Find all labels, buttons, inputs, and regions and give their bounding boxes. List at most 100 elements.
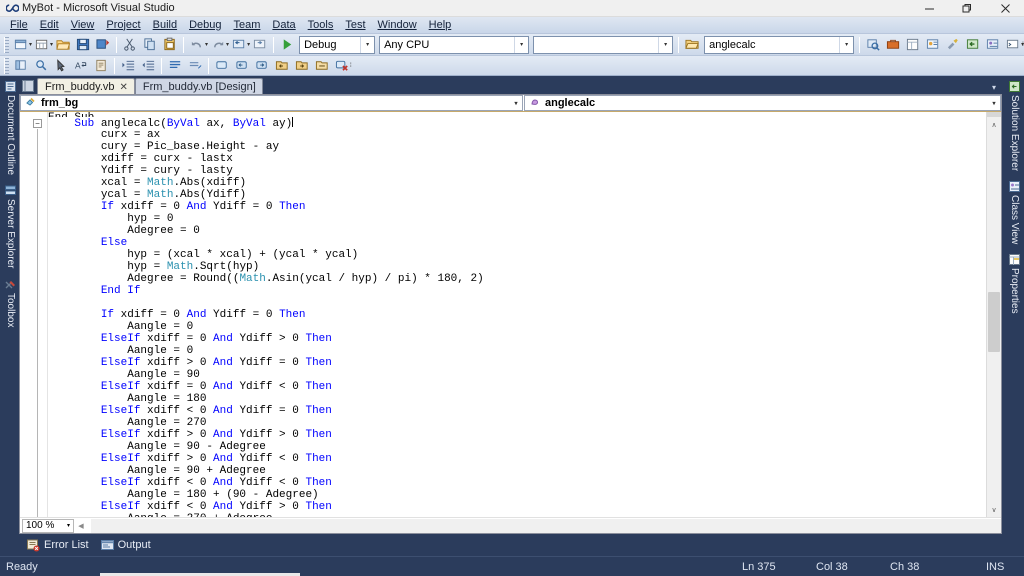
- sidebar-item-document-outline[interactable]: Document Outline: [3, 76, 18, 180]
- new-project-button[interactable]: [11, 35, 31, 54]
- sidebar-item-solution-explorer[interactable]: Solution Explorer: [1007, 76, 1022, 176]
- chevron-down-icon[interactable]: ▾: [510, 100, 522, 107]
- scroll-left-arrow[interactable]: ◀: [74, 522, 88, 530]
- class-view-button[interactable]: [983, 35, 1003, 54]
- undo-button[interactable]: [187, 35, 207, 54]
- editor-split-handle[interactable]: [987, 112, 1001, 117]
- menu-help[interactable]: Help: [423, 17, 458, 34]
- paste-button[interactable]: [160, 35, 180, 54]
- sidebar-item-server-explorer[interactable]: Server Explorer: [3, 180, 18, 273]
- class-icon: [25, 96, 37, 111]
- redo-button[interactable]: [208, 35, 228, 54]
- horizontal-scroll-track[interactable]: [91, 518, 1001, 533]
- properties-window-button[interactable]: [903, 35, 923, 54]
- member-navigation-combo[interactable]: anglecalc ▾: [524, 95, 1001, 111]
- chevron-down-icon[interactable]: ▾: [839, 36, 853, 53]
- code-line: hyp = (xcal * xcal) + (ycal * ycal): [127, 249, 359, 261]
- toolbox-button[interactable]: [883, 35, 903, 54]
- menu-file[interactable]: File: [4, 17, 34, 34]
- sidebar-item-toolbox[interactable]: Toolbox: [3, 274, 18, 332]
- menu-edit[interactable]: Edit: [34, 17, 65, 34]
- fold-toggle[interactable]: −: [33, 119, 42, 128]
- vertical-scroll-thumb[interactable]: [988, 292, 1000, 352]
- increase-indent-button[interactable]: [118, 56, 138, 75]
- sidebar-item-class-view[interactable]: Class View: [1007, 176, 1022, 249]
- add-new-item-button[interactable]: [32, 35, 52, 54]
- decrease-indent-button[interactable]: [138, 56, 158, 75]
- comment-selection-button[interactable]: [165, 56, 185, 75]
- document-tab-frm-buddy-vb-design[interactable]: Frm_buddy.vb [Design]: [134, 78, 263, 95]
- command-window-button[interactable]: [1003, 35, 1023, 54]
- next-bookmark-button[interactable]: [252, 56, 272, 75]
- close-button[interactable]: [986, 0, 1024, 17]
- bottom-tab-error-list[interactable]: Error List: [24, 538, 95, 553]
- toggle-bookmark-button[interactable]: [212, 56, 232, 75]
- clear-bookmarks-button[interactable]: [332, 56, 352, 75]
- chevron-down-icon[interactable]: ▾: [988, 100, 1000, 107]
- outlining-gutter[interactable]: −: [20, 112, 48, 517]
- zoom-combo[interactable]: 100 % ▾: [22, 518, 74, 533]
- enable-bookmark-button[interactable]: [312, 56, 332, 75]
- copy-button[interactable]: [140, 35, 160, 54]
- scroll-down-arrow[interactable]: ∨: [987, 502, 1001, 517]
- scroll-up-arrow[interactable]: ∧: [987, 117, 1001, 132]
- editor-toolbar-separator-2: [161, 57, 162, 74]
- object-browser-button[interactable]: [923, 35, 943, 54]
- menu-debug[interactable]: Debug: [183, 17, 227, 34]
- sidebar-item-properties[interactable]: Properties: [1007, 249, 1022, 319]
- project-icon-button[interactable]: [682, 35, 702, 54]
- code-line: Else: [100, 237, 128, 249]
- code-text[interactable]: End Sub Sub anglecalc(ByVal ax, ByVal ay…: [48, 112, 986, 517]
- chevron-down-icon[interactable]: ▾: [658, 36, 672, 53]
- save-all-button[interactable]: [93, 35, 113, 54]
- toggle-word-wrap-button[interactable]: A: [71, 56, 91, 75]
- extension-manager-button[interactable]: [943, 35, 963, 54]
- chevron-down-icon[interactable]: ▾: [360, 36, 374, 53]
- menu-view[interactable]: View: [65, 17, 101, 34]
- comment-block-button[interactable]: [91, 56, 111, 75]
- save-button[interactable]: [73, 35, 93, 54]
- document-tab-frm-buddy-vb[interactable]: Frm_buddy.vb ✕: [37, 78, 135, 95]
- menu-team[interactable]: Team: [228, 17, 267, 34]
- menu-project[interactable]: Project: [100, 17, 146, 34]
- chevron-down-icon[interactable]: ▾: [514, 36, 528, 53]
- menu-build[interactable]: Build: [147, 17, 183, 34]
- menu-window[interactable]: Window: [372, 17, 423, 34]
- display-class-button[interactable]: [11, 56, 31, 75]
- increase-indent-icon: [121, 60, 134, 71]
- text-editor-toolbar-grip[interactable]: [4, 57, 9, 74]
- solution-platform-combo[interactable]: Any CPU ▾: [379, 35, 530, 54]
- menu-tools[interactable]: Tools: [302, 17, 340, 34]
- menu-data[interactable]: Data: [266, 17, 301, 34]
- active-files-icon[interactable]: [21, 78, 35, 94]
- menu-test[interactable]: Test: [339, 17, 371, 34]
- project-combo[interactable]: anglecalc ▾: [704, 35, 855, 54]
- start-debugging-button[interactable]: [277, 35, 297, 54]
- type-navigation-combo[interactable]: frm_bg ▾: [20, 95, 523, 111]
- target-combo[interactable]: ▾: [533, 35, 674, 54]
- quick-find-symbol-button[interactable]: [31, 56, 51, 75]
- editor-vertical-scrollbar[interactable]: ∧ ∨: [986, 112, 1001, 517]
- restore-button[interactable]: [948, 0, 986, 17]
- uncomment-selection-button[interactable]: [185, 56, 205, 75]
- toolbar-grip[interactable]: [4, 36, 9, 53]
- chevron-down-icon[interactable]: ▾: [67, 522, 73, 529]
- next-bookmark-folder-button[interactable]: [292, 56, 312, 75]
- code-surface[interactable]: − End Sub Sub anglecalc(ByVal ax, ByVal …: [20, 112, 1001, 517]
- find-in-files-button[interactable]: [863, 35, 883, 54]
- cut-button[interactable]: [120, 35, 140, 54]
- navigate-backward-icon: [232, 39, 244, 49]
- previous-bookmark-button[interactable]: [232, 56, 252, 75]
- minimize-button[interactable]: [910, 0, 948, 17]
- navigate-backward-button[interactable]: [229, 35, 249, 54]
- previous-bookmark-folder-button[interactable]: [272, 56, 292, 75]
- code-line: curx = ax: [100, 129, 161, 141]
- navigate-forward-button[interactable]: [250, 35, 270, 54]
- solution-configuration-combo[interactable]: Debug ▾: [299, 35, 376, 54]
- solution-explorer-button[interactable]: [963, 35, 983, 54]
- navigate-to-button[interactable]: [51, 56, 71, 75]
- bottom-tab-output[interactable]: Output: [98, 538, 157, 553]
- display-class-icon: [14, 60, 26, 70]
- open-file-button[interactable]: [53, 35, 73, 54]
- close-icon[interactable]: ✕: [120, 82, 128, 93]
